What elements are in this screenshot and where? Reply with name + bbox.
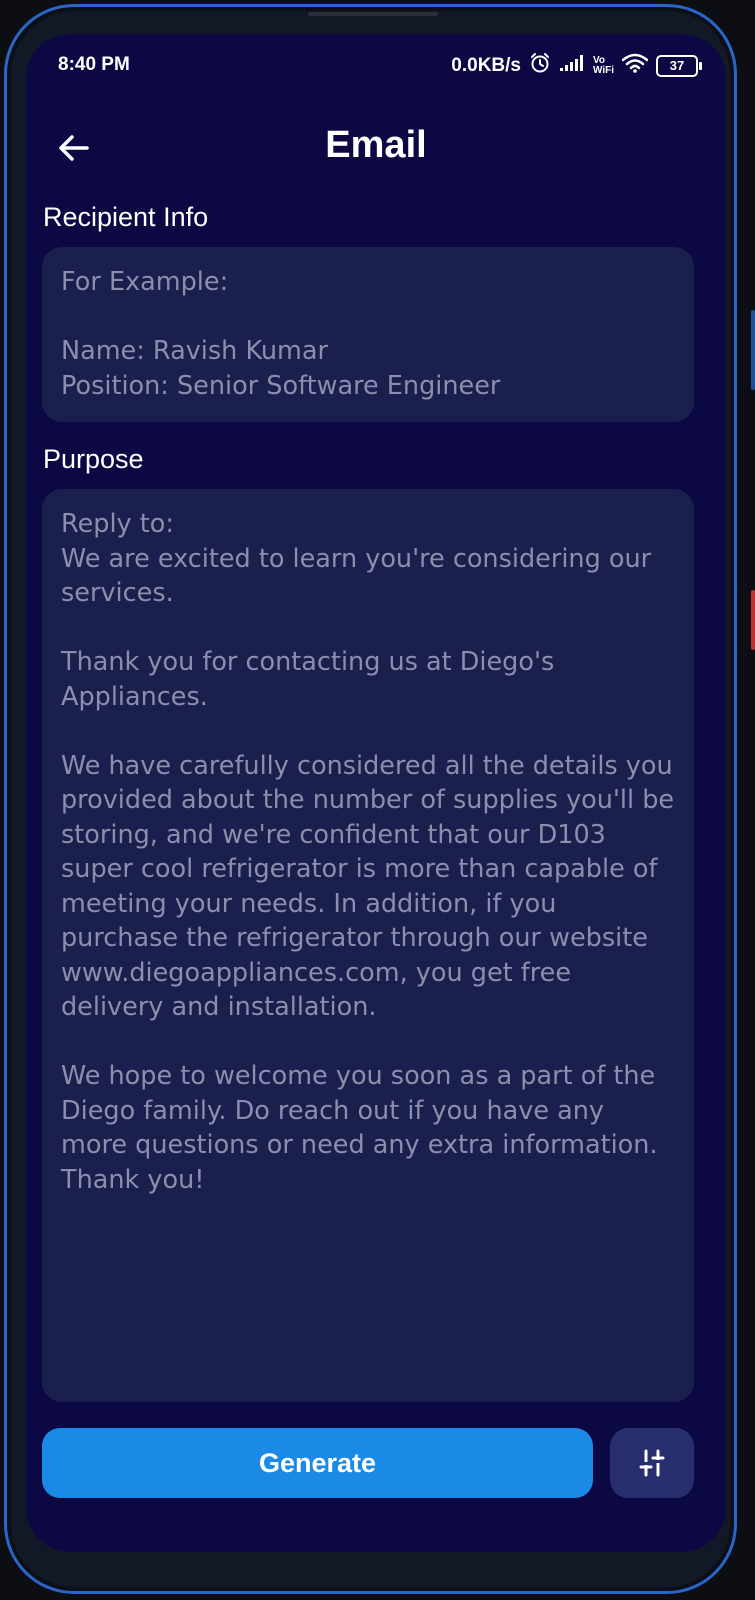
recipient-info-input[interactable]: For Example: Name: Ravish Kumar Position…: [42, 247, 694, 422]
generate-button[interactable]: Generate: [42, 1428, 593, 1498]
back-button[interactable]: [52, 126, 96, 170]
arrow-left-icon: [59, 135, 89, 161]
volume-button: [751, 310, 755, 390]
network-speed: 0.0KB/s: [451, 55, 521, 76]
status-time: 8:40 PM: [58, 54, 130, 75]
status-icons: 0.0KB/s Vo WiFi 37: [451, 52, 702, 80]
app-screen: 8:40 PM 0.0KB/s Vo WiFi 37 Email Recipie…: [26, 34, 726, 1552]
recipient-info-label: Recipient Info: [43, 202, 209, 232]
purpose-label: Purpose: [43, 444, 144, 474]
power-button: [751, 590, 755, 650]
app-header: Email: [26, 120, 726, 176]
sliders-icon: [639, 1449, 665, 1477]
purpose-input[interactable]: Reply to: We are excited to learn you're…: [42, 489, 694, 1402]
battery-icon: 37: [656, 55, 702, 77]
alarm-icon: [529, 52, 551, 80]
signal-icon: [559, 54, 585, 78]
wifi-icon: [621, 53, 649, 79]
settings-button[interactable]: [610, 1428, 694, 1498]
vowifi-label-bottom: WiFi: [592, 65, 614, 76]
vowifi-icon: Vo WiFi: [593, 56, 614, 76]
speaker-grille: [308, 12, 438, 16]
page-title: Email: [325, 124, 427, 166]
status-bar: 8:40 PM 0.0KB/s Vo WiFi 37: [26, 34, 726, 98]
